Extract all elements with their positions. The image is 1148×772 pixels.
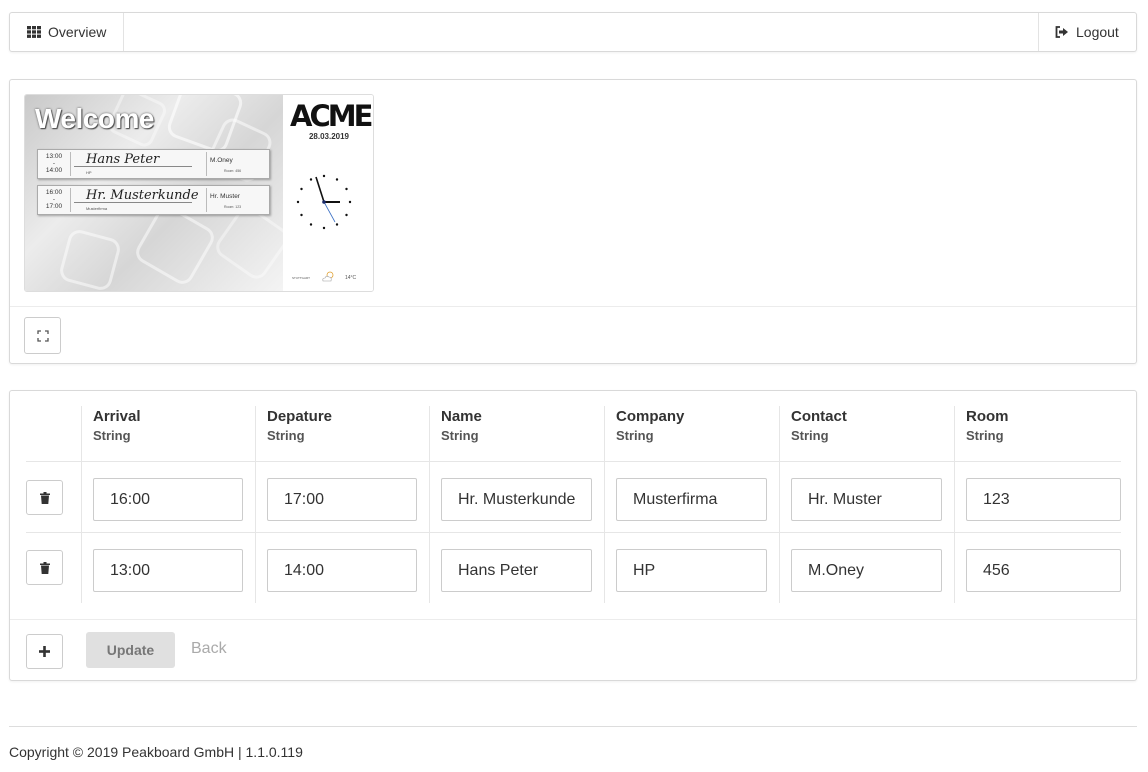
meeting-company: HP: [86, 170, 92, 175]
meeting-room: Room: 456: [224, 169, 242, 173]
column-header-company: Company String: [616, 407, 684, 445]
logout-label: Logout: [1076, 24, 1119, 40]
column-type: String: [441, 428, 479, 443]
column-header-name: Name String: [441, 407, 482, 445]
sign-out-icon: [1055, 26, 1068, 38]
column-title: Room: [966, 408, 1009, 425]
meeting-end: 14:00: [45, 167, 63, 174]
back-link[interactable]: Back: [191, 640, 227, 658]
meeting-contact: M.Oney: [210, 157, 233, 164]
welcome-text: Welcome: [35, 103, 154, 134]
overview-button[interactable]: Overview: [10, 13, 124, 51]
update-button[interactable]: Update: [86, 632, 175, 668]
preview-meeting-row: 13:00-14:00 Hans Peter HP M.Oney Room: 4…: [37, 149, 270, 179]
copyright-text: Copyright © 2019 Peakboard GmbH | 1.1.0.…: [9, 744, 303, 760]
overview-label: Overview: [48, 24, 107, 40]
meeting-contact: Hr. Muster: [210, 193, 240, 200]
contact-input[interactable]: [791, 549, 942, 592]
meeting-end: 17:00: [45, 203, 63, 210]
arrival-input[interactable]: [93, 549, 243, 592]
column-header-room: Room String: [966, 407, 1009, 445]
add-row-button[interactable]: [26, 634, 63, 669]
company-input[interactable]: [616, 549, 767, 592]
company-input[interactable]: [616, 478, 767, 521]
contact-input[interactable]: [791, 478, 942, 521]
expand-icon: [36, 329, 49, 342]
data-table-panel: Arrival String Depature String Name Stri…: [9, 390, 1137, 681]
meeting-start: 13:00: [45, 153, 63, 160]
arrival-input[interactable]: [93, 478, 243, 521]
dashboard-preview: Welcome 13:00-14:00 Hans Peter HP M.Oney…: [24, 94, 374, 292]
departure-input[interactable]: [267, 478, 417, 521]
preview-background: Welcome 13:00-14:00 Hans Peter HP M.Oney…: [25, 95, 283, 291]
column-type: String: [791, 428, 829, 443]
column-header-departure: Depature String: [267, 407, 332, 445]
column-title: Depature: [267, 408, 333, 425]
trash-icon: [39, 561, 50, 574]
column-header-contact: Contact String: [791, 407, 847, 445]
delete-row-button[interactable]: [26, 550, 63, 585]
weather-temperature: 14°C: [345, 275, 357, 281]
meeting-name: Hans Peter: [86, 152, 160, 167]
room-input[interactable]: [966, 478, 1121, 521]
column-title: Company: [616, 408, 685, 425]
meeting-start: 16:00: [45, 189, 63, 196]
column-type: String: [616, 428, 654, 443]
weather-city: STUTTGART: [292, 276, 310, 280]
column-title: Arrival: [93, 408, 141, 425]
meeting-name: Hr. Musterkunde: [86, 188, 199, 203]
name-input[interactable]: [441, 549, 592, 592]
preview-meeting-row: 16:00-17:00 Hr. Musterkunde Musterfirma …: [37, 185, 270, 215]
cloud-sun-icon: [322, 271, 334, 282]
clock-icon: [296, 174, 352, 230]
preview-sidebar: ACME 28.03.2019 STUTTGART 14°C: [283, 95, 373, 291]
column-title: Name: [441, 408, 482, 425]
top-navbar: Overview Logout: [9, 12, 1137, 52]
column-type: String: [93, 428, 131, 443]
preview-date: 28.03.2019: [308, 132, 350, 141]
grid-icon: [27, 26, 41, 38]
logout-button[interactable]: Logout: [1038, 13, 1136, 51]
preview-panel: Welcome 13:00-14:00 Hans Peter HP M.Oney…: [9, 79, 1137, 364]
trash-icon: [39, 491, 50, 504]
meeting-company: Musterfirma: [86, 206, 108, 211]
column-header-arrival: Arrival String: [93, 407, 141, 445]
name-input[interactable]: [441, 478, 592, 521]
column-type: String: [267, 428, 305, 443]
departure-input[interactable]: [267, 549, 417, 592]
column-type: String: [966, 428, 1004, 443]
acme-logo: ACME: [290, 99, 373, 133]
room-input[interactable]: [966, 549, 1121, 592]
plus-icon: [39, 646, 50, 657]
column-title: Contact: [791, 408, 847, 425]
delete-row-button[interactable]: [26, 480, 63, 515]
fullscreen-button[interactable]: [24, 317, 61, 354]
meeting-room: Room: 123: [224, 205, 242, 209]
